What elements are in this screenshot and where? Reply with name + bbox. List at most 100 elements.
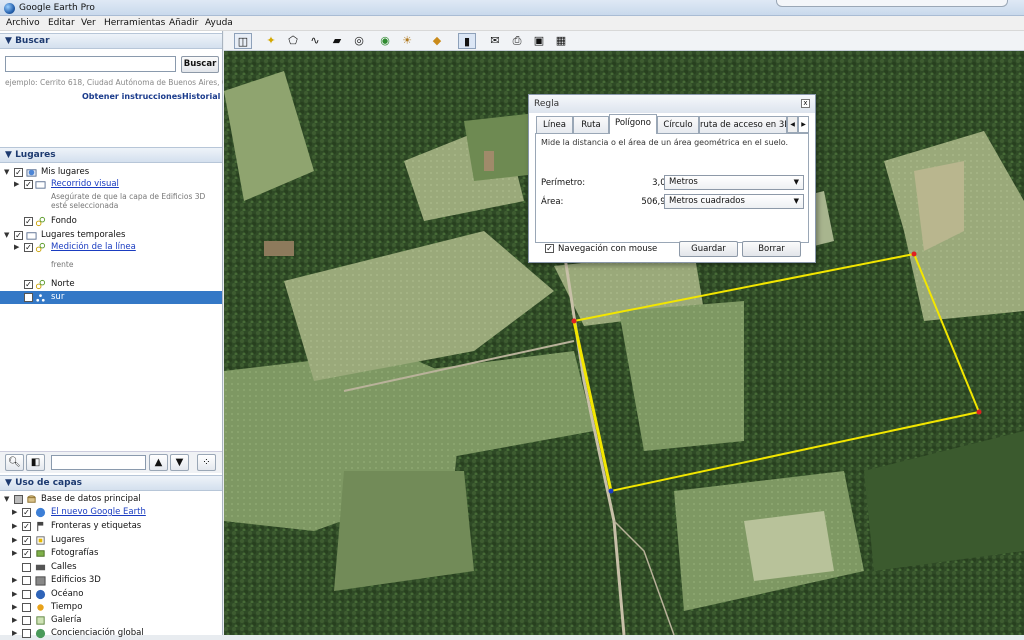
email-button[interactable]: ✉ [486,33,504,49]
layer-label[interactable]: El nuevo Google Earth [51,506,146,519]
print-button[interactable]: ⎙ [508,33,526,49]
checkbox[interactable] [22,603,31,612]
tab-scroll-right-button[interactable]: ▶ [798,116,809,133]
delete-button[interactable]: Borrar [742,241,801,257]
expand-triangle-icon[interactable]: ▶ [12,506,17,519]
menu-editar[interactable]: Editar [48,16,75,31]
add-polygon-button[interactable]: ⬠ [284,33,302,49]
switch-planet-button[interactable]: ◆ [428,33,446,49]
record-tour-button[interactable]: ◎ [350,33,368,49]
window-controls[interactable] [776,0,1008,7]
search-button[interactable]: Buscar [181,56,219,73]
tour-button[interactable]: ⁘ [197,454,216,471]
history-link[interactable]: Historial [182,92,220,101]
checkbox[interactable]: ✓ [24,217,33,226]
expand-triangle-icon[interactable]: ▶ [12,547,17,560]
tree-item-recorrido-visual[interactable]: ▶ ✓ Recorrido visual [0,178,222,191]
tab-poligono[interactable]: Polígono [609,114,657,134]
places-filter-input[interactable] [51,455,146,470]
menu-ver[interactable]: Ver [81,16,96,31]
tab-circulo[interactable]: Círculo [657,116,699,133]
checkbox[interactable]: ✓ [22,536,31,545]
mouse-navigation-checkbox[interactable]: ✓ [545,244,554,253]
checkbox[interactable]: ✓ [22,522,31,531]
checkbox[interactable] [22,590,31,599]
tree-item-fondo[interactable]: ✓ Fondo [0,215,222,228]
places-header[interactable]: ▼ Lugares [0,147,222,163]
tab-scroll-left-button[interactable]: ◀ [787,116,798,133]
tree-item-sur[interactable]: ✓ sur [0,291,222,304]
save-button[interactable]: Guardar [679,241,738,257]
layer-calles[interactable]: Calles [0,561,222,574]
layers-header[interactable]: ▼ Uso de capas [0,475,222,491]
area-unit-select[interactable]: Metros cuadrados ▼ [664,194,804,209]
view-in-maps-button[interactable]: ▦ [552,33,570,49]
expand-triangle-icon[interactable]: ▶ [14,178,19,191]
toggle-panel-button[interactable]: ◧ [26,454,45,471]
layer-fotografias[interactable]: ▶ ✓ Fotografías [0,547,222,560]
polygon-vertex[interactable] [911,251,917,257]
menu-ayuda[interactable]: Ayuda [205,16,233,31]
polygon-vertex-active[interactable] [608,488,614,494]
checkbox[interactable] [22,616,31,625]
toggle-sidebar-button[interactable]: ◫ [234,33,252,49]
expand-triangle-icon[interactable]: ▶ [12,520,17,533]
checkbox[interactable] [22,563,31,572]
add-placemark-button[interactable]: ✦ [262,33,280,49]
expand-triangle-icon[interactable]: ▶ [12,588,17,601]
expand-triangle-icon[interactable]: ▶ [12,534,17,547]
menu-archivo[interactable]: Archivo [6,16,40,31]
layer-fronteras[interactable]: ▶ ✓ Fronteras y etiquetas [0,520,222,533]
historical-imagery-button[interactable]: ◉ [376,33,394,49]
ruler-button[interactable]: ▮ [458,33,476,49]
checkbox[interactable]: ✓ [22,508,31,517]
move-up-button[interactable]: ▲ [149,454,168,471]
collapse-triangle-icon[interactable]: ▼ [4,493,9,506]
layer-base-datos[interactable]: ▼ Base de datos principal [0,493,222,506]
checkbox[interactable]: ✓ [24,280,33,289]
checkbox[interactable]: ✓ [22,549,31,558]
checkbox[interactable]: ✓ [24,293,33,302]
layer-nuevo-google-earth[interactable]: ▶ ✓ El nuevo Google Earth [0,506,222,519]
save-image-button[interactable]: ▣ [530,33,548,49]
add-image-overlay-button[interactable]: ▰ [328,33,346,49]
layer-galeria[interactable]: ▶ Galería [0,614,222,627]
tab-linea[interactable]: Línea [536,116,573,133]
expand-triangle-icon[interactable]: ▶ [12,614,17,627]
layer-lugares[interactable]: ▶ ✓ Lugares [0,534,222,547]
search-places-button[interactable]: 🔍︎ [5,454,24,471]
tab-ruta[interactable]: Ruta [573,116,609,133]
checkbox[interactable] [22,629,31,638]
checkbox[interactable]: ✓ [24,243,33,252]
checkbox[interactable]: ✓ [14,168,23,177]
checkbox[interactable] [22,576,31,585]
close-button[interactable]: x [801,99,810,108]
checkbox[interactable]: ✓ [24,180,33,189]
tree-item-label[interactable]: Medición de la línea [51,241,136,254]
expand-triangle-icon[interactable]: ▶ [12,627,17,640]
tree-item-label[interactable]: Recorrido visual [51,178,119,191]
expand-triangle-icon[interactable]: ▶ [14,241,19,254]
search-input[interactable] [5,56,176,72]
directions-link[interactable]: Obtener instrucciones [82,92,182,101]
layer-edificios-3d[interactable]: ▶ Edificios 3D [0,574,222,587]
tab-ruta-3d[interactable]: ruta de acceso en 3D [699,116,787,133]
expand-triangle-icon[interactable]: ▶ [12,574,17,587]
search-header[interactable]: ▼ Buscar [0,33,222,49]
checkbox[interactable]: ✓ [14,231,23,240]
layer-oceano[interactable]: ▶ Océano [0,588,222,601]
sunlight-button[interactable]: ☀ [398,33,416,49]
menu-herramientas[interactable]: Herramientas [104,16,165,31]
layer-concienciacion[interactable]: ▶ Concienciación global [0,627,222,640]
move-down-button[interactable]: ▼ [170,454,189,471]
polygon-vertex[interactable] [976,409,982,415]
tree-item-norte[interactable]: ✓ Norte [0,278,222,291]
expand-triangle-icon[interactable]: ▶ [12,601,17,614]
checkbox[interactable] [14,495,23,504]
menu-anadir[interactable]: Añadir [169,16,198,31]
layer-tiempo[interactable]: ▶ Tiempo [0,601,222,614]
perimeter-unit-select[interactable]: Metros ▼ [664,175,804,190]
add-path-button[interactable]: ∿ [306,33,324,49]
polygon-vertex[interactable] [571,318,577,324]
tree-item-medicion[interactable]: ▶ ✓ Medición de la línea [0,241,222,254]
